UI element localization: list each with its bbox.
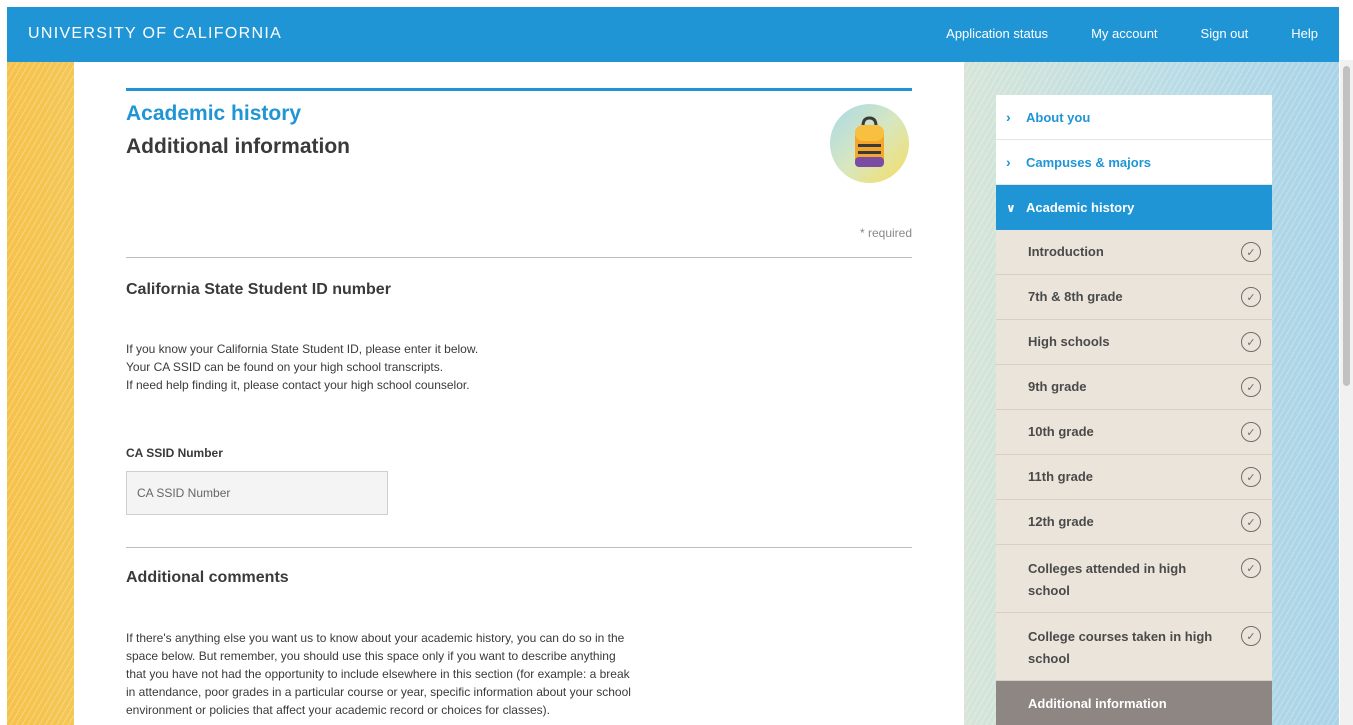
- chevron-right-icon: ›: [1006, 154, 1011, 170]
- instruction-line: If there's anything else you want us to …: [126, 631, 625, 645]
- title-accent-line: [126, 88, 912, 91]
- sidebar-item-label: Campuses & majors: [1026, 154, 1151, 170]
- check-circle-icon: ✓: [1241, 512, 1261, 532]
- instruction-line: Your CA SSID can be found on your high s…: [126, 360, 444, 374]
- check-circle-icon: ✓: [1241, 422, 1261, 442]
- instruction-line: If you know your California State Studen…: [126, 342, 479, 356]
- sidebar-subitem-label: 9th grade: [1028, 379, 1087, 394]
- check-circle-icon: ✓: [1241, 467, 1261, 487]
- sidebar-subitem-label: High schools: [1028, 334, 1110, 349]
- sidebar-subitem-12th-grade[interactable]: 12th grade ✓: [996, 500, 1272, 545]
- sidebar-subitem-10th-grade[interactable]: 10th grade ✓: [996, 410, 1272, 455]
- sidebar-subitem-7th-8th-grade[interactable]: 7th & 8th grade ✓: [996, 275, 1272, 320]
- check-circle-icon: ✓: [1241, 558, 1261, 578]
- instruction-line: in attendance, poor grades in a particul…: [126, 685, 631, 699]
- sidebar-item-about-you[interactable]: › About you: [996, 95, 1272, 140]
- header-nav: Application status My account Sign out H…: [946, 26, 1339, 41]
- sidebar-subitem-additional-information[interactable]: Additional information: [996, 681, 1272, 725]
- check-circle-icon: ✓: [1241, 377, 1261, 397]
- sidebar-subitem-label: Additional information: [1028, 696, 1167, 711]
- sidebar-subitem-label: College courses taken in high school: [1028, 629, 1213, 666]
- sidebar-subitem-high-schools[interactable]: High schools ✓: [996, 320, 1272, 365]
- check-circle-icon: ✓: [1241, 287, 1261, 307]
- page-title: Additional information: [126, 135, 350, 158]
- progress-sidebar: › About you › Campuses & majors ∨ Academ…: [996, 95, 1272, 725]
- ssid-heading: California State Student ID number: [126, 281, 391, 298]
- check-circle-icon: ✓: [1241, 626, 1261, 646]
- divider: [126, 257, 912, 258]
- sidebar-subitem-college-courses[interactable]: College courses taken in high school ✓: [996, 613, 1272, 681]
- section-title: Academic history: [126, 102, 302, 125]
- comments-instructions: If there's anything else you want us to …: [126, 629, 726, 719]
- sidebar-item-label: Academic history: [1026, 200, 1135, 215]
- top-navigation-bar: UNIVERSITY OF CALIFORNIA Application sta…: [7, 7, 1339, 62]
- chevron-right-icon: ›: [1006, 109, 1011, 125]
- sidebar-item-label: About you: [1026, 109, 1091, 125]
- scrollbar-thumb[interactable]: [1343, 66, 1350, 386]
- app-window: UNIVERSITY OF CALIFORNIA Application sta…: [7, 7, 1339, 725]
- nav-application-status[interactable]: Application status: [946, 26, 1048, 41]
- backpack-icon: [830, 104, 909, 183]
- main-content: Academic history Additional information …: [74, 62, 964, 725]
- instruction-line: environment or policies that affect your…: [126, 703, 550, 717]
- sidebar-subitem-introduction[interactable]: Introduction ✓: [996, 230, 1272, 275]
- sidebar-subitem-label: 12th grade: [1028, 514, 1094, 529]
- check-circle-icon: ✓: [1241, 242, 1261, 262]
- university-brand[interactable]: UNIVERSITY OF CALIFORNIA: [28, 25, 282, 43]
- check-circle-icon: ✓: [1241, 332, 1261, 352]
- instruction-line: space below. But remember, you should us…: [126, 649, 616, 663]
- divider: [126, 547, 912, 548]
- sidebar-subitem-colleges-attended[interactable]: Colleges attended in high school ✓: [996, 545, 1272, 613]
- nav-sign-out[interactable]: Sign out: [1201, 26, 1249, 41]
- chevron-down-icon: ∨: [1006, 200, 1016, 215]
- required-note: * required: [859, 226, 912, 240]
- ssid-field-label: CA SSID Number: [126, 446, 223, 460]
- sidebar-subitem-label: Colleges attended in high school: [1028, 561, 1187, 598]
- nav-my-account[interactable]: My account: [1091, 26, 1157, 41]
- sidebar-subitem-11th-grade[interactable]: 11th grade ✓: [996, 455, 1272, 500]
- sidebar-item-academic-history[interactable]: ∨ Academic history: [996, 185, 1272, 230]
- sidebar-subitem-label: 10th grade: [1028, 424, 1094, 439]
- sidebar-subitem-label: 11th grade: [1028, 469, 1094, 484]
- ssid-instructions: If you know your California State Studen…: [126, 340, 478, 394]
- sidebar-subitem-9th-grade[interactable]: 9th grade ✓: [996, 365, 1272, 410]
- sidebar-subitem-label: Introduction: [1028, 244, 1104, 259]
- ssid-input[interactable]: [126, 471, 388, 515]
- instruction-line: If need help finding it, please contact …: [126, 378, 470, 392]
- instruction-line: that you have not had the opportunity to…: [126, 667, 630, 681]
- sidebar-item-campuses-majors[interactable]: › Campuses & majors: [996, 140, 1272, 185]
- sidebar-subitem-label: 7th & 8th grade: [1028, 289, 1123, 304]
- nav-help[interactable]: Help: [1291, 26, 1318, 41]
- comments-heading: Additional comments: [126, 569, 289, 586]
